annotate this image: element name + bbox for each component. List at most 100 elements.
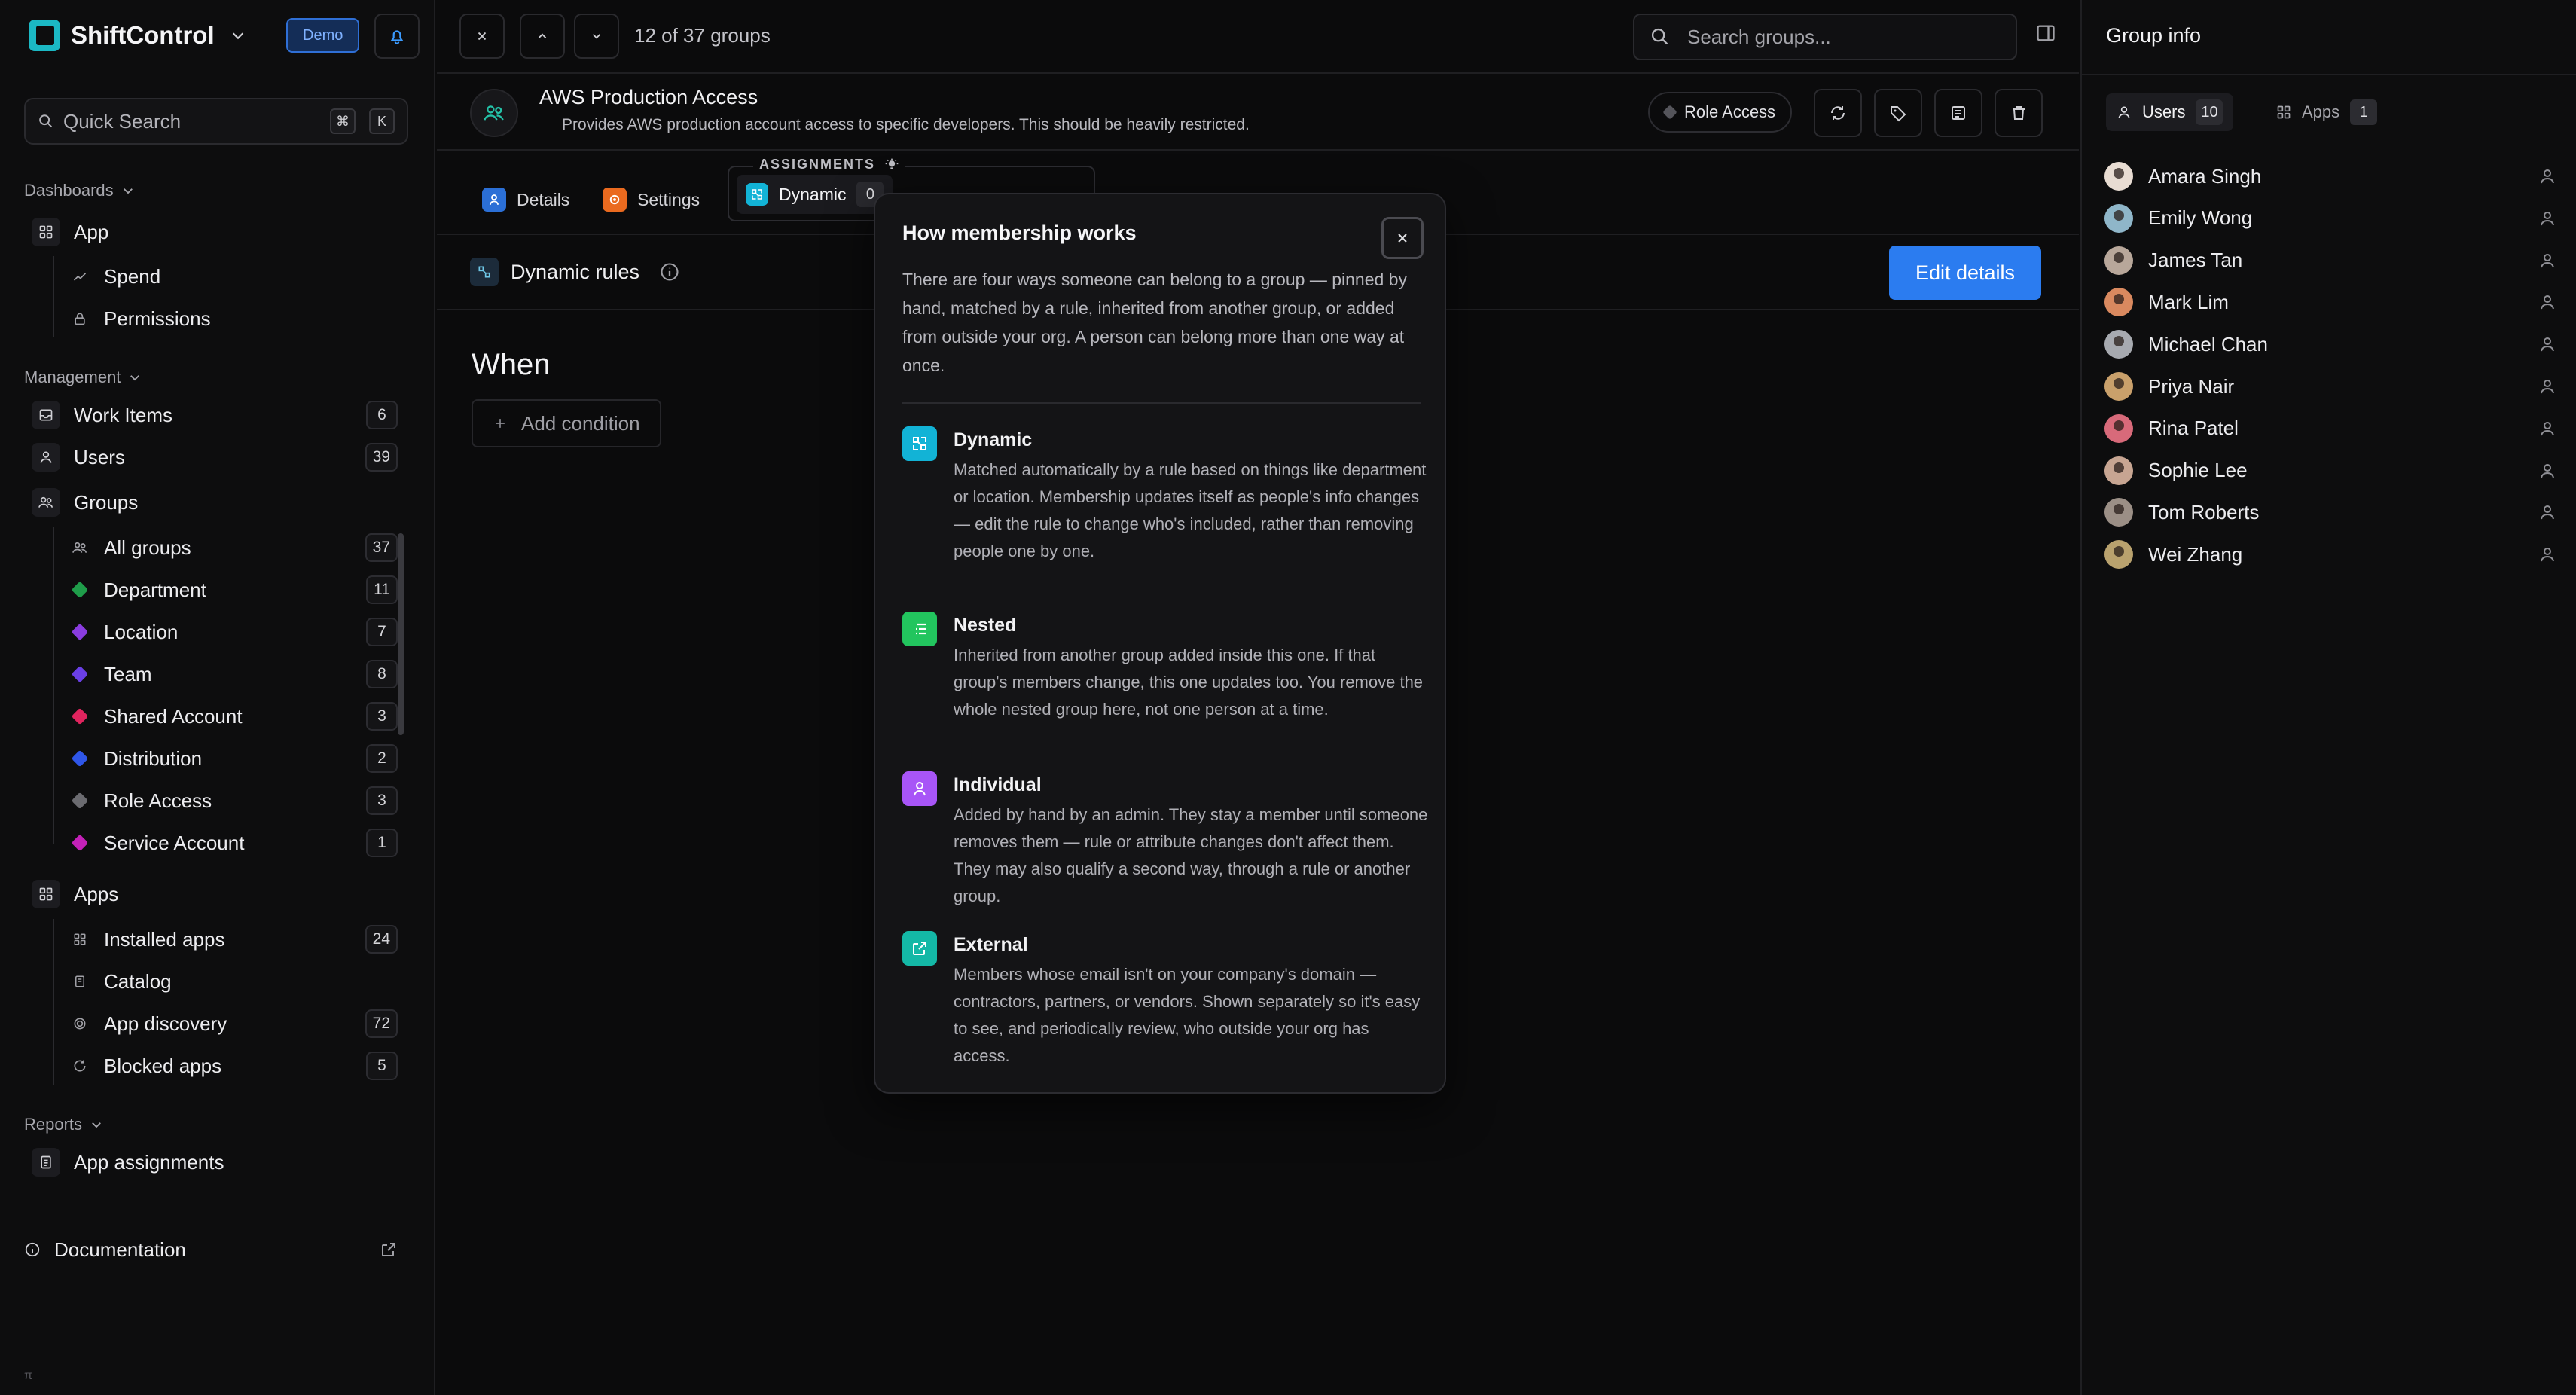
tab-settings[interactable]: Settings (603, 181, 700, 218)
popover-title: How membership works (902, 221, 1137, 244)
edit-details-button[interactable]: Edit details (1889, 246, 2041, 300)
sidebar-item-team[interactable]: Team 8 (71, 655, 398, 693)
count-badge: 7 (366, 618, 398, 646)
dynamic-icon (902, 426, 937, 461)
sidebar-item-shared-account[interactable]: Shared Account 3 (71, 698, 398, 735)
sidebar-item-catalog[interactable]: Catalog (71, 963, 398, 1000)
member-row[interactable]: Wei Zhang (2104, 533, 2556, 575)
member-row[interactable]: Mark Lim (2104, 281, 2556, 323)
bell-icon (387, 26, 407, 46)
tab-label: Dynamic (779, 184, 847, 204)
info-icon (24, 1241, 41, 1258)
avatar (2104, 203, 2133, 233)
sidebar-item-permissions[interactable]: Permissions (71, 300, 398, 337)
sidebar-item-role-access[interactable]: Role Access 3 (71, 782, 398, 820)
sidebar-item-spend[interactable]: Spend (71, 258, 398, 295)
avatar (2104, 540, 2133, 569)
tag-icon (1662, 105, 1677, 120)
sidebar-item-location[interactable]: Location 7 (71, 613, 398, 651)
sidebar-scrollbar[interactable] (398, 533, 404, 735)
book-icon (71, 975, 89, 988)
toggle-panel-button[interactable] (2035, 23, 2056, 44)
individual-member-icon (2538, 503, 2556, 521)
tab-users[interactable]: Users 10 (2106, 93, 2234, 131)
sidebar-item-app-discovery[interactable]: App discovery 72 (71, 1005, 398, 1042)
tag-button[interactable] (1874, 89, 1922, 137)
count-badge: 39 (365, 443, 398, 472)
chevron-down-icon (230, 27, 246, 44)
sidebar-item-app-assignments[interactable]: App assignments (24, 1143, 398, 1181)
sidebar-item-service-account[interactable]: Service Account 1 (71, 824, 398, 862)
member-name: Sophie Lee (2148, 459, 2248, 482)
member-row[interactable]: Michael Chan (2104, 323, 2556, 365)
sidebar-item-department[interactable]: Department 11 (71, 571, 398, 609)
count-badge: 11 (366, 575, 398, 604)
add-condition-button[interactable]: Add condition (472, 399, 661, 447)
grid-icon (32, 218, 60, 246)
member-row[interactable]: Emily Wong (2104, 197, 2556, 240)
member-row[interactable]: Rina Patel (2104, 408, 2556, 450)
documentation-link[interactable]: Documentation (24, 1231, 398, 1268)
tab-apps[interactable]: Apps 1 (2266, 93, 2388, 131)
tree-line (53, 919, 54, 1085)
sidebar-item-all-groups[interactable]: All groups 37 (71, 529, 398, 566)
shiftcontrol-logo-icon (29, 20, 60, 51)
delete-button[interactable] (1995, 89, 2043, 137)
previous-group-button[interactable] (520, 14, 565, 59)
search-icon (38, 113, 54, 130)
management-section-header[interactable]: Management (24, 368, 142, 387)
radar-icon (71, 1016, 89, 1031)
refresh-icon (1829, 104, 1847, 122)
avatar (2104, 330, 2133, 359)
reports-section-header[interactable]: Reports (24, 1115, 103, 1134)
individual-member-icon (2538, 167, 2556, 185)
sync-button[interactable] (1814, 89, 1862, 137)
member-row[interactable]: James Tan (2104, 240, 2556, 282)
sidebar-item-installed-apps[interactable]: Installed apps 24 (71, 920, 398, 958)
tab-label: Users (2142, 102, 2186, 121)
sidebar-item-label: Spend (104, 264, 161, 288)
member-row[interactable]: Sophie Lee (2104, 450, 2556, 492)
sidebar-item-app[interactable]: App (24, 213, 398, 251)
brand-switcher[interactable]: ShiftControl (29, 20, 246, 51)
member-row[interactable]: Priya Nair (2104, 365, 2556, 408)
sidebar-item-label: Service Account (104, 831, 245, 854)
tag-icon (71, 623, 89, 641)
demo-badge[interactable]: Demo (286, 18, 360, 53)
group-avatar (470, 89, 518, 137)
report-button[interactable] (1934, 89, 1982, 137)
tab-details[interactable]: Details (482, 181, 569, 218)
sidebar-item-apps[interactable]: Apps (24, 875, 398, 913)
member-name: Tom Roberts (2148, 500, 2260, 524)
sidebar-item-work-items[interactable]: Work Items 6 (24, 396, 398, 434)
sidebar-item-distribution[interactable]: Distribution 2 (71, 740, 398, 777)
popover-close-button[interactable] (1381, 217, 1424, 259)
report-icon (32, 1148, 60, 1177)
settings-icon (603, 188, 627, 212)
lightbulb-icon[interactable] (884, 157, 899, 172)
dashboards-section-header[interactable]: Dashboards (24, 181, 135, 200)
sidebar-item-users[interactable]: Users 39 (24, 438, 398, 476)
sidebar-item-groups[interactable]: Groups (24, 484, 398, 521)
member-row[interactable]: Amara Singh (2104, 155, 2556, 197)
notifications-button[interactable] (374, 14, 420, 59)
member-name: Wei Zhang (2148, 542, 2243, 566)
next-group-button[interactable] (574, 14, 619, 59)
count-badge: 24 (365, 925, 398, 954)
avatar (2104, 246, 2133, 275)
info-icon[interactable] (659, 261, 680, 282)
dashboards-label: Dashboards (24, 181, 114, 200)
sidebar-item-label: App (74, 220, 109, 243)
individual-member-icon (2538, 209, 2556, 227)
tab-dynamic[interactable]: Dynamic 0 (737, 175, 893, 214)
individual-member-icon (2538, 335, 2556, 353)
details-icon (482, 188, 506, 212)
search-groups-input[interactable]: Search groups... (1633, 14, 2017, 60)
member-row[interactable]: Tom Roberts (2104, 491, 2556, 533)
group-type-pill[interactable]: Role Access (1648, 92, 1793, 133)
chart-icon (71, 269, 89, 284)
close-button[interactable] (459, 14, 505, 59)
way-title: Individual (954, 774, 1042, 795)
quick-search[interactable]: Quick Search ⌘ K (24, 98, 408, 145)
sidebar-item-blocked-apps[interactable]: Blocked apps 5 (71, 1047, 398, 1085)
